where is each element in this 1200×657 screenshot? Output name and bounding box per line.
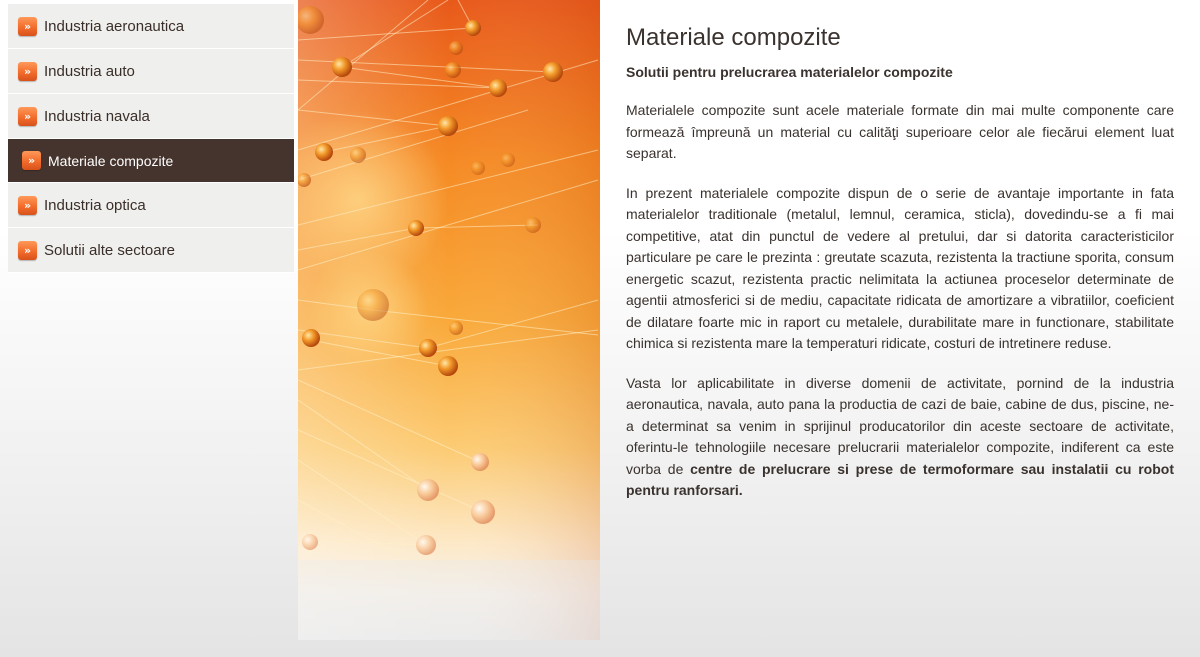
double-chevron-right-icon: » <box>18 16 37 36</box>
sidebar-item-industria-auto[interactable]: » Industria auto <box>8 49 294 94</box>
sidebar-item-label: Industria optica <box>44 196 146 214</box>
double-chevron-right-icon: » <box>18 195 37 215</box>
paragraph-advantages: In prezent materialele compozite dispun … <box>626 184 1174 352</box>
sidebar-item-materiale-compozite[interactable]: » Materiale compozite <box>8 139 294 183</box>
paragraph-intro: Materialele compozite sunt acele materia… <box>626 102 1174 161</box>
sidebar-item-industria-optica[interactable]: » Industria optica <box>8 183 294 228</box>
sidebar-item-solutii-alte-sectoare[interactable]: » Solutii alte sectoare <box>8 228 294 273</box>
sidebar-item-label: Industria aeronautica <box>44 17 185 35</box>
sidebar-item-label: Materiale compozite <box>48 152 174 169</box>
main-content: Materiale compozite Solutii pentru prelu… <box>626 24 1174 520</box>
sidebar-item-label: Industria auto <box>44 62 135 80</box>
double-chevron-right-icon: » <box>18 240 37 260</box>
page-title: Materiale compozite <box>626 24 841 51</box>
sidebar-item-industria-navala[interactable]: » Industria navala <box>8 94 294 139</box>
molecular-network-image <box>298 0 600 640</box>
sidebar-item-industria-aeronautica[interactable]: » Industria aeronautica <box>8 4 294 49</box>
paragraph-applications: Vasta lor aplicabilitate in diverse dome… <box>626 373 1174 502</box>
double-chevron-right-icon: » <box>18 106 37 126</box>
double-chevron-right-icon: » <box>18 61 37 81</box>
sidebar-item-label: Industria navala <box>44 107 150 125</box>
double-chevron-right-icon: » <box>22 151 41 170</box>
sidebar-nav: » Industria aeronautica » Industria auto… <box>8 4 294 273</box>
sidebar-item-label: Solutii alte sectoare <box>44 241 175 259</box>
page-subtitle: Solutii pentru prelucrarea materialelor … <box>626 64 953 80</box>
paragraph-applications-highlight: centre de prelucrare si prese de termofo… <box>626 460 1174 499</box>
